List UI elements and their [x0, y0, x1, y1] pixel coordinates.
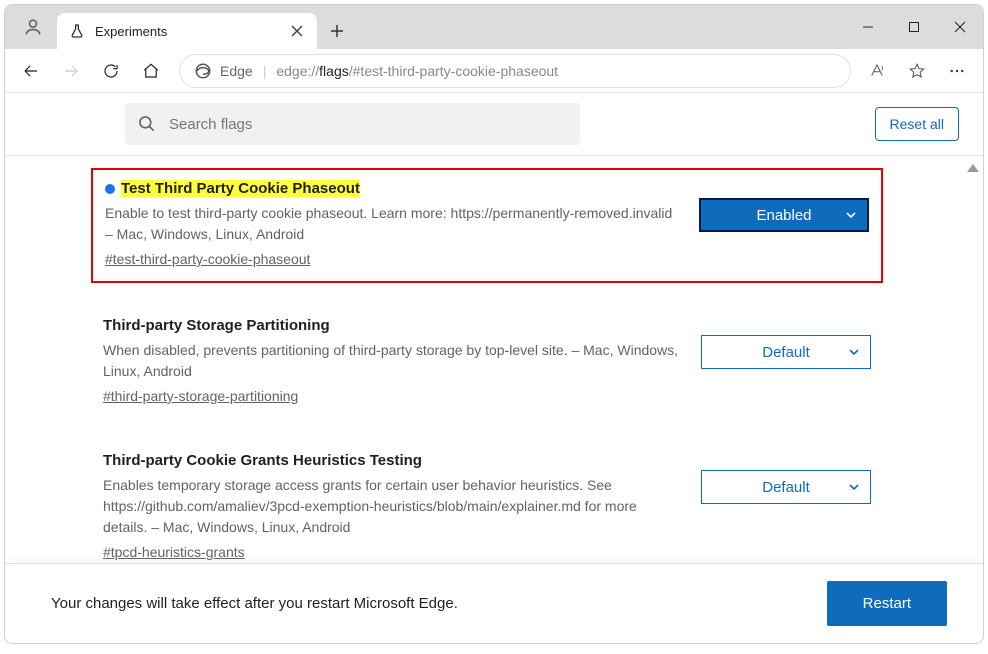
flag-select-value: Default: [762, 344, 810, 361]
toolbar: Edge | edge://flags/#test-third-party-co…: [5, 49, 983, 93]
flag-main: Third-party Cookie Grants Heuristics Tes…: [103, 452, 685, 562]
more-icon: [948, 62, 966, 80]
url-path: /#test-third-party-cookie-phaseout: [349, 63, 558, 79]
plus-icon: [330, 24, 344, 38]
flag-anchor-link[interactable]: #test-third-party-cookie-phaseout: [105, 251, 310, 267]
flag-anchor-link[interactable]: #tpcd-heuristics-grants: [103, 544, 245, 560]
flag-control: Enabled: [699, 198, 869, 232]
site-identity-label: Edge: [220, 63, 253, 79]
read-aloud-icon: [868, 62, 886, 80]
arrow-left-icon: [22, 62, 40, 80]
flag-item: Third-party Cookie Grants Heuristics Tes…: [91, 442, 883, 563]
star-icon: [908, 62, 926, 80]
flag-select[interactable]: Enabled: [699, 198, 869, 232]
flag-main: Test Third Party Cookie Phaseout Enable t…: [105, 180, 683, 269]
profile-button[interactable]: [13, 5, 53, 49]
modified-dot-icon: [105, 184, 115, 194]
maximize-icon: [908, 21, 920, 33]
window-controls: [845, 5, 983, 49]
read-aloud-button[interactable]: [859, 53, 895, 89]
tab-experiments[interactable]: Experiments: [57, 13, 317, 49]
close-icon: [291, 25, 303, 37]
chevron-down-icon: [848, 346, 860, 358]
home-icon: [142, 62, 160, 80]
maximize-button[interactable]: [891, 11, 937, 43]
address-bar[interactable]: Edge | edge://flags/#test-third-party-co…: [179, 54, 851, 88]
url-scheme: edge://: [276, 63, 319, 79]
flags-list[interactable]: Test Third Party Cookie Phaseout Enable t…: [5, 156, 983, 563]
edge-logo-icon: [194, 62, 212, 80]
flag-select[interactable]: Default: [701, 335, 871, 369]
flag-description: Enable to test third-party cookie phaseo…: [105, 203, 683, 245]
restart-bar: Your changes will take effect after you …: [5, 563, 983, 643]
flags-search-input[interactable]: [167, 115, 568, 134]
flag-select[interactable]: Default: [701, 470, 871, 504]
flag-item: Test Third Party Cookie Phaseout Enable t…: [91, 168, 883, 283]
chevron-down-icon: [845, 209, 857, 221]
favorite-button[interactable]: [899, 53, 935, 89]
close-icon: [954, 21, 966, 33]
tab-close-button[interactable]: [287, 21, 307, 41]
browser-window: Experiments: [4, 4, 984, 644]
minimize-icon: [862, 21, 874, 33]
home-button[interactable]: [133, 53, 169, 89]
flag-title: Third-party Cookie Grants Heuristics Tes…: [103, 452, 422, 469]
restart-message: Your changes will take effect after you …: [51, 595, 458, 612]
page-content: Reset all Test Third Party Cookie Phaseo…: [5, 93, 983, 643]
titlebar: Experiments: [5, 5, 983, 49]
arrow-right-icon: [62, 62, 80, 80]
flag-select-value: Default: [762, 479, 810, 496]
avatar-icon: [23, 17, 43, 37]
scroll-up-caret-icon: [967, 164, 979, 172]
reset-all-button[interactable]: Reset all: [875, 107, 959, 141]
chevron-down-icon: [848, 481, 860, 493]
new-tab-button[interactable]: [317, 13, 357, 49]
flag-title: Test Third Party Cookie Phaseout: [121, 180, 360, 197]
close-window-button[interactable]: [937, 11, 983, 43]
menu-button[interactable]: [939, 53, 975, 89]
forward-button[interactable]: [53, 53, 89, 89]
search-icon: [137, 114, 157, 134]
flag-item: Third-party Storage Partitioning When dis…: [91, 307, 883, 418]
back-button[interactable]: [13, 53, 49, 89]
flag-control: Default: [701, 335, 871, 369]
flag-description: Enables temporary storage access grants …: [103, 475, 685, 538]
flag-title: Third-party Storage Partitioning: [103, 317, 330, 334]
flag-anchor-link[interactable]: #third-party-storage-partitioning: [103, 388, 298, 404]
flags-search-box[interactable]: [125, 103, 580, 145]
flag-description: When disabled, prevents partitioning of …: [103, 340, 685, 382]
minimize-button[interactable]: [845, 11, 891, 43]
flag-control: Default: [701, 470, 871, 504]
url-host: flags: [319, 63, 349, 79]
refresh-button[interactable]: [93, 53, 129, 89]
flask-icon: [69, 23, 85, 39]
flag-main: Third-party Storage Partitioning When dis…: [103, 317, 685, 406]
flag-select-value: Enabled: [756, 207, 811, 224]
address-divider: |: [263, 63, 267, 79]
restart-button[interactable]: Restart: [827, 581, 947, 626]
tab-title: Experiments: [95, 24, 287, 39]
flags-search-row: Reset all: [5, 93, 983, 156]
refresh-icon: [102, 62, 120, 80]
